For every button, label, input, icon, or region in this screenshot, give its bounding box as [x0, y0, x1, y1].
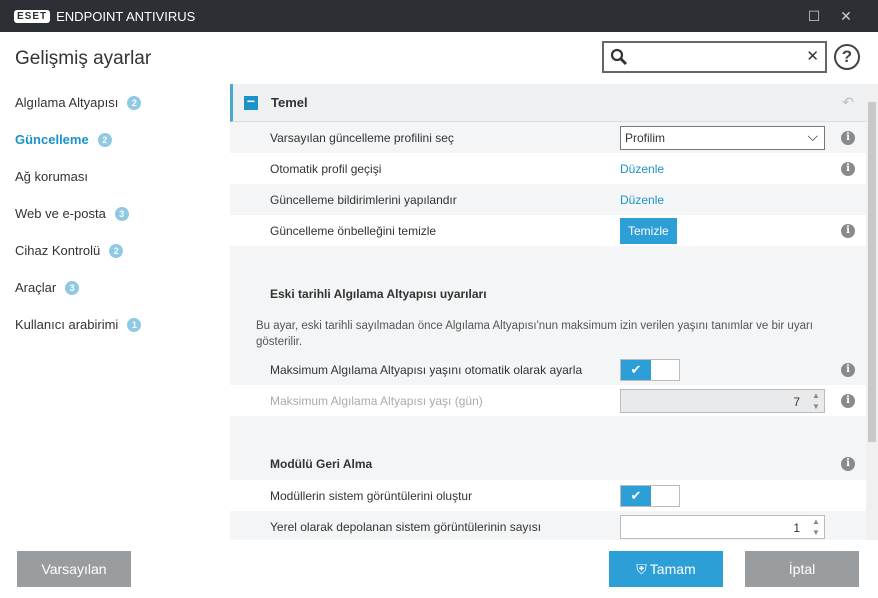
subsection-header: Modülü Geri Alma i: [230, 448, 866, 480]
setting-row: Maksimum Algılama Altyapısı yaşı (gün) 7…: [230, 385, 866, 416]
sidebar-item-label: Algılama Altyapısı: [15, 95, 119, 110]
edit-auto-switch-link[interactable]: Düzenle: [620, 162, 664, 176]
info-icon[interactable]: i: [841, 393, 855, 408]
snapshots-toggle[interactable]: ✔: [620, 484, 680, 507]
setting-row: Modüllerin sistem görüntülerini oluştur …: [230, 480, 866, 511]
section-spacer: [230, 416, 866, 448]
collapse-icon[interactable]: −: [244, 94, 258, 110]
revert-icon[interactable]: ↶: [842, 94, 854, 111]
setting-label: Modüllerin sistem görüntülerini oluştur: [270, 488, 473, 503]
maximize-button[interactable]: ☐: [798, 0, 830, 32]
setting-row: Güncelleme önbelleğini temizle Temizle i: [230, 215, 866, 246]
settings-panel: − Temel ↶ Varsayılan güncelleme profilin…: [230, 84, 866, 540]
auto-age-toggle[interactable]: ✔: [620, 358, 680, 381]
info-icon[interactable]: i: [841, 457, 855, 471]
setting-row: Yerel olarak depolanan sistem görüntüler…: [230, 511, 866, 540]
count-badge: 2: [97, 132, 112, 147]
sidebar-item-label: Ağ koruması: [15, 169, 88, 184]
count-badge: 2: [127, 95, 142, 110]
sidebar-item-label: Güncelleme: [15, 132, 89, 147]
profile-select-value: Profilim: [625, 130, 666, 145]
stepper-value: 7: [793, 394, 800, 409]
close-window-button[interactable]: ✕: [830, 0, 862, 32]
sidebar-item-label: Cihaz Kontrolü: [15, 243, 101, 258]
scrollbar[interactable]: [866, 84, 878, 540]
setting-row: Güncelleme bildirimlerini yapılandır Düz…: [230, 184, 866, 215]
sidebar-item-web-email[interactable]: Web ve e-posta 3: [0, 195, 220, 232]
sidebar-item-update[interactable]: Güncelleme 2: [0, 121, 220, 158]
count-badge: 3: [114, 206, 129, 221]
setting-label: Maksimum Algılama Altyapısı yaşı (gün): [270, 393, 483, 408]
stepper-value: 1: [793, 520, 800, 535]
info-icon[interactable]: i: [841, 161, 855, 176]
sidebar-item-network-protection[interactable]: Ağ koruması: [0, 158, 220, 195]
ok-button[interactable]: ⛨ Tamam: [609, 551, 723, 587]
clear-cache-button[interactable]: Temizle: [620, 217, 677, 244]
search-input[interactable]: ✕: [602, 41, 827, 73]
snapshot-count-stepper[interactable]: 1 ▲ ▼: [620, 514, 825, 539]
scrollbar-thumb[interactable]: [868, 102, 876, 442]
eset-logo: ESET: [14, 9, 51, 23]
check-icon: ✔: [621, 359, 651, 380]
setting-label: Maksimum Algılama Altyapısı yaşını otoma…: [270, 362, 583, 377]
setting-row: Maksimum Algılama Altyapısı yaşını otoma…: [230, 354, 866, 385]
sidebar-item-tools[interactable]: Araçlar 3: [0, 269, 220, 306]
sidebar: Algılama Altyapısı 2 Güncelleme 2 Ağ korum…: [0, 84, 220, 343]
search-icon: [610, 48, 628, 66]
info-icon[interactable]: i: [841, 130, 855, 145]
setting-row: Varsayılan güncelleme profilini seç Prof…: [230, 122, 866, 153]
setting-label: Varsayılan güncelleme profilini seç: [270, 130, 454, 145]
ok-button-label: Tamam: [649, 561, 696, 577]
chevron-down-icon: ⌵: [807, 127, 818, 144]
default-button[interactable]: Varsayılan: [17, 551, 131, 587]
title-bar: ESET ENDPOINT ANTIVIRUS ☐ ✕: [0, 0, 878, 32]
app-title: ENDPOINT ANTIVIRUS: [56, 8, 196, 24]
sidebar-item-device-control[interactable]: Cihaz Kontrolü 2: [0, 232, 220, 269]
page-title: Gelişmiş ayarlar: [15, 48, 152, 69]
help-icon[interactable]: ?: [834, 44, 860, 70]
subsection-header: Eski tarihli Algılama Altyapısı uyarılar…: [230, 278, 866, 310]
section-title: Temel: [271, 95, 308, 110]
header: Gelişmiş ayarlar ✕ ?: [0, 32, 878, 84]
sidebar-item-label: Araçlar: [15, 280, 57, 295]
setting-label: Güncelleme önbelleğini temizle: [270, 223, 437, 238]
max-age-stepper: 7 ▲ ▼: [620, 388, 825, 413]
setting-label: Yerel olarak depolanan sistem görüntüler…: [270, 519, 542, 534]
subsection-title: Modülü Geri Alma: [270, 457, 373, 471]
sidebar-item-label: Web ve e-posta: [15, 206, 106, 221]
count-badge: 2: [109, 243, 124, 258]
check-icon: ✔: [621, 485, 651, 506]
sidebar-item-label: Kullanıcı arabirimi: [15, 317, 119, 332]
shield-icon: ⛨: [636, 560, 647, 577]
count-badge: 1: [127, 317, 142, 332]
setting-row: Otomatik profil geçişi Düzenle i: [230, 153, 866, 184]
stepper-arrows-icon: ▲ ▼: [812, 390, 820, 411]
cancel-button[interactable]: İptal: [745, 551, 859, 587]
edit-notifications-link[interactable]: Düzenle: [620, 193, 664, 207]
info-icon[interactable]: i: [841, 223, 855, 238]
subsection-description: Bu ayar, eski tarihli sayılmadan önce Al…: [230, 310, 866, 354]
section-header[interactable]: − Temel ↶: [230, 84, 866, 122]
info-icon[interactable]: i: [841, 362, 855, 377]
setting-label: Güncelleme bildirimlerini yapılandır: [270, 192, 457, 207]
clear-search-icon[interactable]: ✕: [806, 47, 819, 65]
subsection-title: Eski tarihli Algılama Altyapısı uyarılar…: [270, 287, 487, 301]
count-badge: 3: [65, 280, 80, 295]
sidebar-item-user-interface[interactable]: Kullanıcı arabirimi 1: [0, 306, 220, 343]
profile-select[interactable]: Profilim ⌵: [620, 125, 825, 150]
section-spacer: [230, 246, 866, 278]
sidebar-item-detection-engine[interactable]: Algılama Altyapısı 2: [0, 84, 220, 121]
stepper-arrows-icon[interactable]: ▲ ▼: [808, 516, 824, 538]
setting-label: Otomatik profil geçişi: [270, 161, 382, 176]
